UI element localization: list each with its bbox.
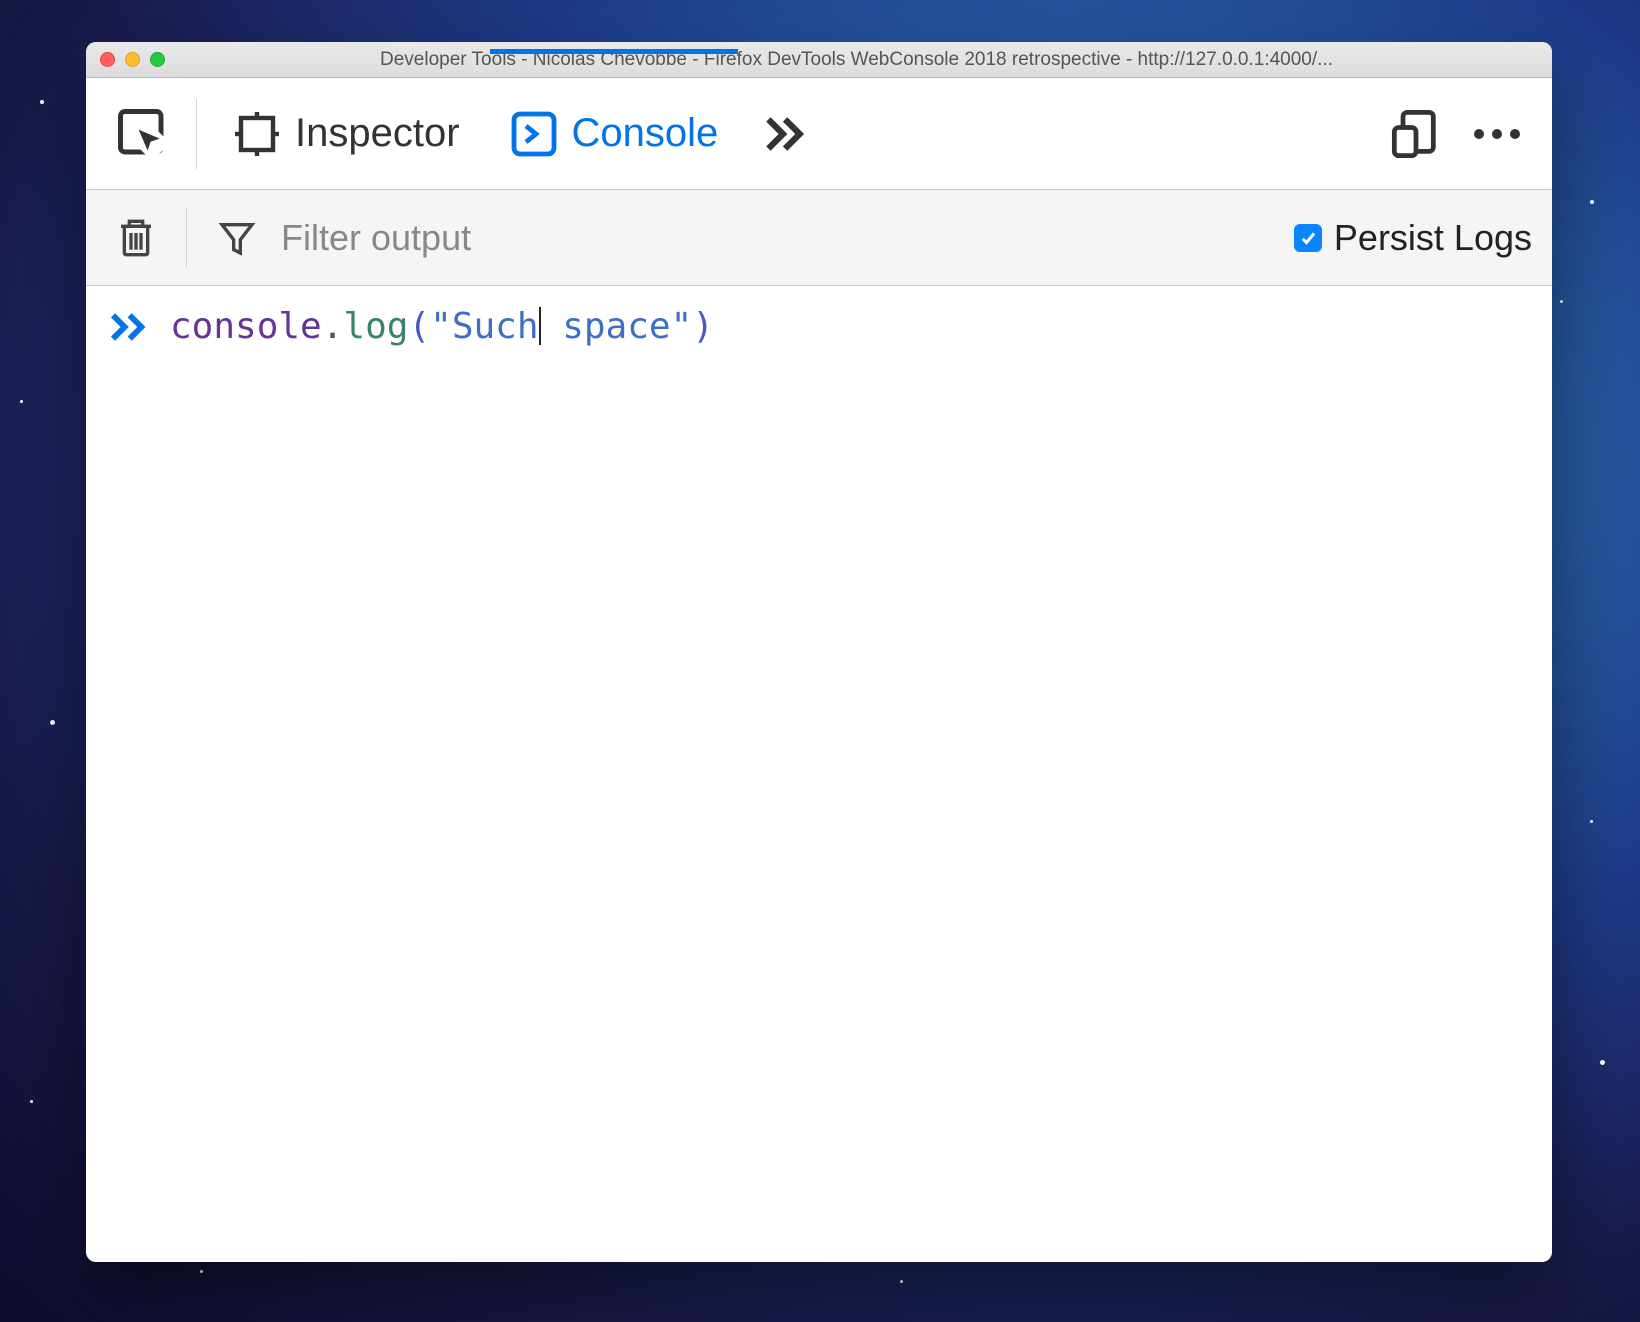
tab-inspector[interactable]: Inspector: [213, 79, 480, 189]
more-tabs-button[interactable]: [748, 94, 818, 174]
pick-element-icon: [116, 107, 170, 161]
pick-element-button[interactable]: [106, 94, 180, 174]
divider: [186, 208, 187, 268]
kebab-menu-button[interactable]: [1462, 94, 1532, 174]
console-icon: [510, 110, 558, 158]
chevron-double-right-icon: [758, 109, 808, 159]
close-button[interactable]: [100, 52, 115, 67]
zoom-button[interactable]: [150, 52, 165, 67]
filter-toggle-button[interactable]: [207, 198, 267, 278]
divider: [196, 99, 197, 169]
responsive-design-button[interactable]: [1380, 94, 1452, 174]
responsive-icon: [1390, 108, 1442, 160]
devtools-window: Developer Tools - Nicolas Chevobbe - Fir…: [86, 42, 1552, 1262]
clear-button[interactable]: [106, 198, 166, 278]
tab-console[interactable]: Console: [490, 79, 739, 189]
prompt-icon: [108, 312, 148, 342]
persist-logs-toggle[interactable]: Persist Logs: [1294, 217, 1532, 259]
funnel-icon: [217, 218, 257, 258]
titlebar: Developer Tools - Nicolas Chevobbe - Fir…: [86, 42, 1552, 78]
toolbar: Inspector Console: [86, 78, 1552, 190]
minimize-button[interactable]: [125, 52, 140, 67]
window-title: Developer Tools - Nicolas Chevobbe - Fir…: [175, 49, 1538, 71]
persist-logs-label: Persist Logs: [1334, 217, 1532, 259]
console-output: console.log("Such space"): [86, 286, 1552, 1262]
window-controls: [100, 52, 165, 67]
filter-input[interactable]: [281, 190, 1280, 285]
tab-console-label: Console: [572, 111, 719, 156]
filter-bar: Persist Logs: [86, 190, 1552, 286]
tab-inspector-label: Inspector: [295, 111, 460, 156]
inspector-icon: [233, 110, 281, 158]
meatballs-icon: [1472, 127, 1522, 141]
trash-icon: [116, 216, 156, 260]
console-input-code[interactable]: console.log("Such space"): [170, 306, 714, 347]
console-input-row[interactable]: console.log("Such space"): [108, 306, 1530, 347]
checkbox-checked-icon: [1294, 224, 1322, 252]
